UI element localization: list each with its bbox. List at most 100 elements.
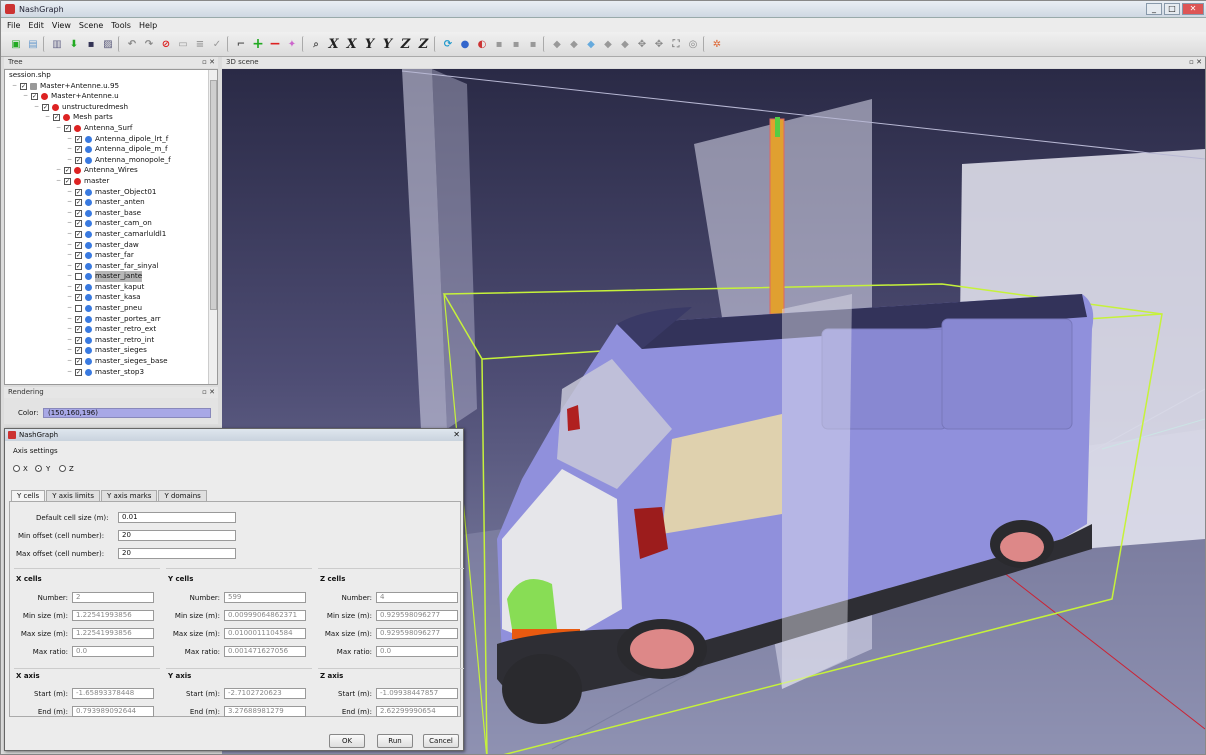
expander-icon[interactable]: − (67, 324, 72, 335)
tree-item-checkbox[interactable]: ✓ (75, 156, 82, 164)
panel-float-close-icon[interactable]: ▫ ✕ (202, 57, 215, 68)
axis-start-field[interactable]: -1.09938447857 (376, 688, 458, 699)
max-offset-input[interactable]: 20 (118, 548, 236, 559)
tree-item[interactable]: − ✓ master_sieges (5, 345, 217, 356)
tree-item[interactable]: − ✓ Antenna_monopole_f (5, 155, 217, 166)
radio-y[interactable] (35, 465, 42, 472)
tree-item[interactable]: − ✓ master_sieges_base (5, 356, 217, 367)
tree-item[interactable]: − ✓ master_base (5, 208, 217, 219)
refresh-icon[interactable]: ⟳ (441, 37, 455, 51)
tree-item[interactable]: − ✓ Antenna_dipole_lrt_f (5, 134, 217, 145)
undo-icon[interactable]: ↶ (125, 37, 139, 51)
view-top-icon[interactable]: ◆ (584, 37, 598, 51)
expander-icon[interactable]: − (67, 240, 72, 251)
tree-item[interactable]: − ✓ Master+Antenne.u (5, 91, 217, 102)
expander-icon[interactable]: − (67, 250, 72, 261)
import-icon[interactable]: ▤ (26, 37, 40, 51)
rotate-icon[interactable]: ✥ (635, 37, 649, 51)
cell-min-size-field[interactable]: 0.00999064862371 (224, 610, 306, 621)
minimize-icon[interactable]: _ (1146, 3, 1162, 15)
expander-icon[interactable]: − (67, 134, 72, 145)
axis-end-field[interactable]: 3.27688981279 (224, 706, 306, 717)
measure-icon[interactable]: ⌐ (234, 37, 248, 51)
add-icon[interactable]: + (251, 36, 265, 52)
view-icon[interactable]: ▪ (526, 37, 540, 51)
tree-item-checkbox[interactable]: ✓ (75, 294, 82, 302)
tree-item[interactable]: − ✓ master_anten (5, 197, 217, 208)
cell-max-ratio-field[interactable]: 0.0 (72, 646, 154, 657)
axis-end-field[interactable]: 0.793989092644 (72, 706, 154, 717)
tree-item-checkbox[interactable]: ✓ (75, 326, 82, 334)
view-icon[interactable]: ▪ (492, 37, 506, 51)
tree-item[interactable]: − ✓ master_kaput (5, 282, 217, 293)
min-offset-input[interactable]: 20 (118, 530, 236, 541)
expander-icon[interactable]: − (67, 144, 72, 155)
remove-icon[interactable]: − (268, 36, 282, 52)
view-icon[interactable]: ▪ (509, 37, 523, 51)
tree-item[interactable]: − ✓ master_far_sinyal (5, 261, 217, 272)
tree-scrollbar[interactable] (208, 70, 217, 384)
tree-item-checkbox[interactable]: ✓ (75, 283, 82, 291)
tree-item[interactable]: − ✓ master_daw (5, 240, 217, 251)
expander-icon[interactable]: − (67, 335, 72, 346)
expander-icon[interactable]: − (67, 356, 72, 367)
expander-icon[interactable]: − (67, 208, 72, 219)
menu-file[interactable]: File (7, 21, 20, 30)
cancel-button[interactable]: Cancel (423, 734, 459, 748)
expander-icon[interactable]: − (67, 314, 72, 325)
tree-item[interactable]: session.shp (5, 70, 217, 81)
tree-item-checkbox[interactable]: ✓ (20, 82, 27, 90)
menu-edit[interactable]: Edit (28, 21, 44, 30)
tree-item-checkbox[interactable]: ✓ (64, 124, 71, 132)
expander-icon[interactable]: − (67, 187, 72, 198)
tree-item-checkbox[interactable]: ✓ (75, 209, 82, 217)
tree-item-checkbox[interactable] (75, 305, 82, 313)
run-button[interactable]: Run (377, 734, 413, 748)
tree-item-checkbox[interactable]: ✓ (75, 358, 82, 366)
expander-icon[interactable]: − (67, 282, 72, 293)
fit-icon[interactable]: ⛶ (669, 37, 683, 51)
tree-item[interactable]: − ✓ Mesh parts (5, 112, 217, 123)
expander-icon[interactable]: − (23, 91, 28, 102)
axis-start-field[interactable]: -1.65893378448 (72, 688, 154, 699)
list-icon[interactable]: ≡ (193, 37, 207, 51)
tree-item[interactable]: − master_jante (5, 271, 217, 282)
tree-item-checkbox[interactable]: ✓ (75, 146, 82, 154)
tab-y-axis-limits[interactable]: Y axis limits (46, 490, 100, 501)
tree-item[interactable]: − ✓ master_far (5, 250, 217, 261)
expander-icon[interactable]: − (45, 112, 50, 123)
axis-end-field[interactable]: 2.62299990654 (376, 706, 458, 717)
zoom-icon[interactable]: ⌕ (309, 37, 323, 51)
tree-item[interactable]: − ✓ master (5, 176, 217, 187)
axis-z-button[interactable]: Z (398, 37, 413, 52)
cell-number-field[interactable]: 599 (224, 592, 306, 603)
tree-item-checkbox[interactable]: ✓ (75, 199, 82, 207)
check-icon[interactable]: ✓ (210, 37, 224, 51)
axis-y-reverse-button[interactable]: Y (380, 37, 395, 52)
new-session-icon[interactable]: ▣ (9, 37, 23, 51)
axis-start-field[interactable]: -2.7102720623 (224, 688, 306, 699)
expander-icon[interactable]: − (67, 367, 72, 378)
tree-item-checkbox[interactable]: ✓ (53, 114, 60, 122)
view-bottom-icon[interactable]: ◆ (601, 37, 615, 51)
cell-max-size-field[interactable]: 1.22541993856 (72, 628, 154, 639)
tree-item-checkbox[interactable]: ✓ (75, 241, 82, 249)
maximize-icon[interactable]: □ (1164, 3, 1180, 15)
tree-item[interactable]: − master_pneu (5, 303, 217, 314)
view-left-icon[interactable]: ◆ (618, 37, 632, 51)
tree-item-checkbox[interactable]: ✓ (75, 262, 82, 270)
pan-icon[interactable]: ✥ (652, 37, 666, 51)
tree-item[interactable]: − ✓ master_cam_on (5, 218, 217, 229)
reset-view-icon[interactable]: ◎ (686, 37, 700, 51)
expander-icon[interactable]: − (56, 176, 61, 187)
default-cell-input[interactable]: 0.01 (118, 512, 236, 523)
stop-icon[interactable]: ⊘ (159, 37, 173, 51)
menu-view[interactable]: View (52, 21, 71, 30)
tree-item-checkbox[interactable]: ✓ (75, 368, 82, 376)
panel-float-close-icon[interactable]: ▫ ✕ (202, 387, 215, 398)
tree-item[interactable]: − ✓ master_camarluldl1 (5, 229, 217, 240)
expander-icon[interactable]: − (67, 155, 72, 166)
axis-z-reverse-button[interactable]: Z (416, 37, 431, 52)
tree-item[interactable]: − ✓ master_kasa (5, 292, 217, 303)
tree-item-checkbox[interactable]: ✓ (75, 135, 82, 143)
